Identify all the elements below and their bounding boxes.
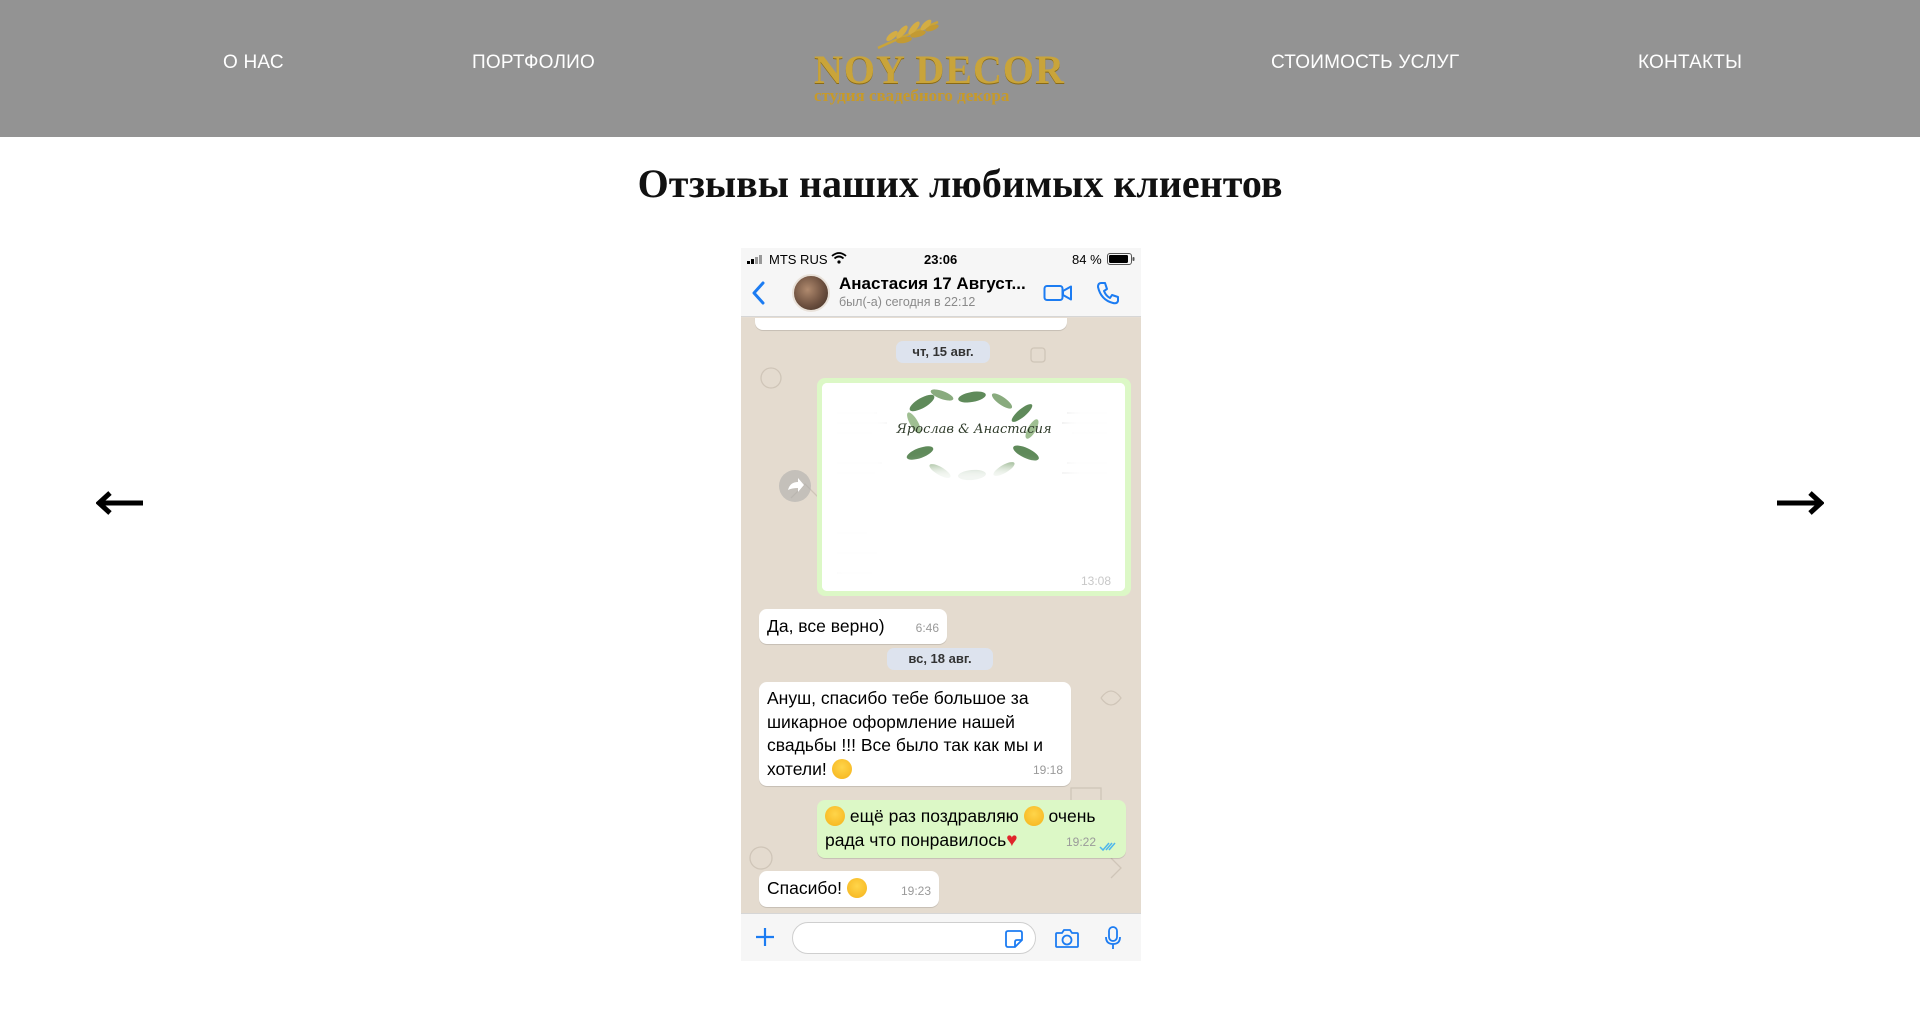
site-header: О НАС ПОРТФОЛИО NOY DECOR студия свадебн…	[0, 0, 1920, 137]
message-time: 13:08	[1080, 574, 1111, 588]
partying-face-emoji-icon	[1023, 806, 1044, 826]
nav-prices-link[interactable]: СТОИМОСТЬ УСЛУГ	[1271, 52, 1459, 74]
relieved-face-emoji-icon	[846, 878, 867, 898]
carousel-prev-button[interactable]	[95, 488, 146, 518]
message-input[interactable]	[792, 922, 1036, 954]
microphone-icon[interactable]	[1103, 925, 1123, 951]
message-text-line: рада что понравилось	[825, 829, 1007, 850]
chat-messages: 12:05 чт, 15 авг.	[741, 318, 1141, 913]
message-input-bar	[741, 913, 1141, 961]
battery-icon	[1107, 253, 1135, 265]
contact-last-seen: был(-а) сегодня в 22:12	[839, 295, 976, 309]
previous-message-bubble: 12:05	[755, 318, 1067, 330]
forward-arrow-icon	[788, 478, 804, 492]
message-time: 19:18	[1032, 762, 1063, 777]
nav-contacts-link[interactable]: КОНТАКТЫ	[1638, 52, 1742, 74]
message-text-line: хотели!	[767, 758, 827, 779]
message-text: Да, все верно)	[767, 616, 885, 636]
message-time: 19:22	[1065, 834, 1096, 849]
message-time: 12:05	[1029, 318, 1059, 326]
message-time: 6:46	[915, 620, 939, 635]
image-message-bubble[interactable]: Ярослав & Анастасия 13:08	[817, 378, 1131, 596]
smiling-face-emoji-icon	[825, 806, 845, 826]
clock-label: 23:06	[924, 252, 958, 267]
incoming-message[interactable]: Ануш, спасибо тебе большое за шикарное о…	[759, 682, 1071, 786]
contact-name[interactable]: Анастасия 17 Август...	[839, 274, 1026, 294]
message-text-line: Ануш, спасибо тебе большое за	[767, 688, 1029, 708]
phone-status-bar: MTS RUS 23:06 84 %	[741, 248, 1141, 268]
back-chevron-icon[interactable]	[749, 280, 769, 306]
message-text-line: свадьбы !!! Все было так как мы и	[767, 735, 1044, 755]
message-text-line: очень	[1048, 806, 1096, 826]
carousel-next-button[interactable]	[1774, 488, 1825, 518]
message-text: Спасибо!	[767, 878, 842, 898]
signal-icon	[747, 255, 762, 264]
video-call-icon[interactable]	[1043, 282, 1073, 304]
red-heart-emoji-icon: ♥	[1006, 829, 1018, 851]
date-separator: чт, 15 авг.	[896, 341, 990, 363]
camera-icon[interactable]	[1054, 927, 1080, 949]
phone-call-icon[interactable]	[1095, 280, 1121, 306]
carrier-label: MTS RUS	[769, 252, 828, 267]
logo-subtitle: студия свадебного декора	[814, 86, 1010, 105]
reviews-title: Отзывы наших любимых клиентов	[637, 161, 1283, 206]
plus-icon[interactable]	[754, 926, 776, 948]
message-text-line: шикарное оформление нашей	[767, 711, 1015, 732]
incoming-message[interactable]: Спасибо! 19:23	[759, 871, 939, 907]
sticker-icon[interactable]	[1004, 929, 1024, 949]
chat-header: Анастасия 17 Август... был(-а) сегодня в…	[741, 268, 1141, 317]
date-separator: вс, 18 авг.	[887, 648, 993, 670]
message-time: 19:23	[900, 883, 931, 898]
forward-button[interactable]	[779, 470, 811, 502]
read-checkmarks-icon	[1099, 842, 1116, 852]
outgoing-message[interactable]: ещё раз поздравляю очень рада что понрав…	[817, 800, 1126, 858]
contact-avatar[interactable]	[792, 274, 830, 312]
relieved-face-emoji-icon	[831, 758, 852, 779]
message-text-line: ещё раз поздравляю	[849, 806, 1019, 826]
battery-percent: 84 %	[1072, 252, 1102, 267]
review-screenshot: MTS RUS 23:06 84 % Анастасия 17 Август..…	[741, 248, 1141, 961]
arrow-right-icon	[1777, 491, 1825, 515]
nav-about-link[interactable]: О НАС	[223, 52, 284, 74]
arrow-left-icon	[95, 491, 143, 515]
site-logo[interactable]: NOY DECOR студия свадебного декора	[808, 18, 1064, 110]
incoming-message[interactable]: Да, все верно) 6:46	[759, 609, 947, 644]
invite-names: Ярослав & Анастасия	[895, 422, 1051, 437]
invitation-image[interactable]: Ярослав & Анастасия	[822, 383, 1125, 591]
nav-portfolio-link[interactable]: ПОРТФОЛИО	[472, 52, 595, 74]
wifi-icon	[831, 252, 847, 264]
